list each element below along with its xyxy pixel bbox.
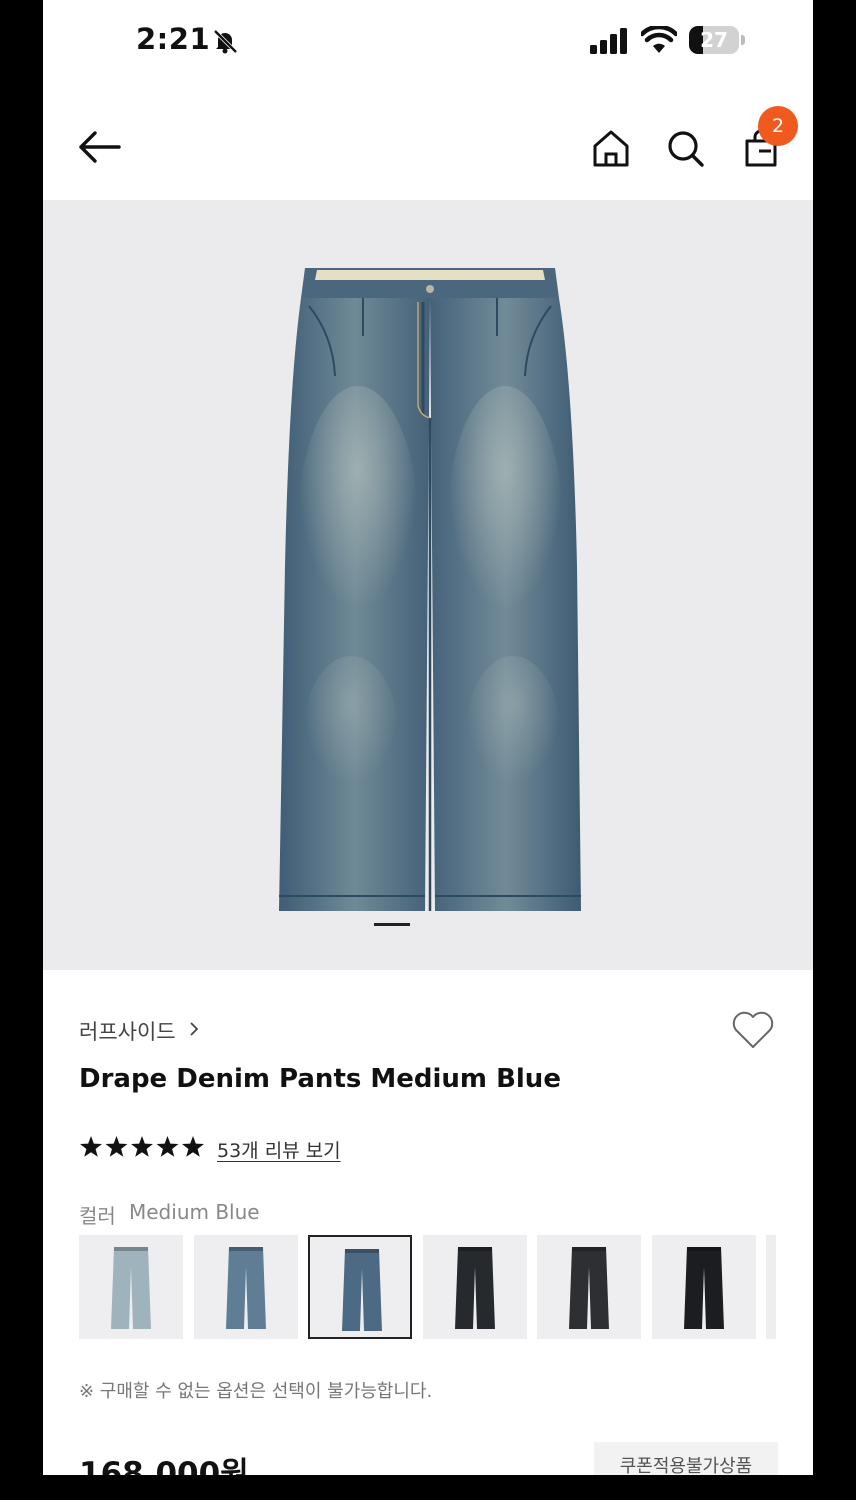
color-swatch-partial[interactable] bbox=[766, 1235, 776, 1339]
cellular-signal-icon bbox=[590, 28, 627, 54]
battery-cap bbox=[741, 35, 745, 45]
color-swatch[interactable] bbox=[422, 1235, 527, 1339]
star-icon bbox=[156, 1136, 179, 1157]
chevron-right-icon[interactable] bbox=[188, 1020, 200, 1038]
carousel-page-indicator bbox=[374, 923, 410, 926]
selected-color-value: Medium Blue bbox=[129, 1200, 260, 1224]
option-notice: ※ 구매할 수 없는 옵션은 선택이 불가능합니다. bbox=[79, 1381, 433, 1402]
star-icon bbox=[105, 1136, 128, 1157]
swatch-jeans-image bbox=[342, 1249, 382, 1331]
brand-name-link[interactable]: 러프사이드 bbox=[79, 1016, 176, 1046]
status-time: 2:21 bbox=[136, 22, 211, 56]
swatch-jeans-image bbox=[225, 1247, 266, 1329]
cart-count-badge[interactable]: 2 bbox=[758, 106, 798, 146]
star-rating bbox=[80, 1136, 204, 1157]
status-bar: 2:21 27 bbox=[43, 0, 813, 85]
product-price: 168,000원 bbox=[79, 1456, 249, 1475]
color-swatch-list bbox=[79, 1235, 813, 1339]
color-swatch[interactable] bbox=[79, 1235, 183, 1339]
color-swatch[interactable] bbox=[308, 1235, 412, 1339]
product-image-carousel[interactable] bbox=[43, 200, 813, 970]
star-icon bbox=[80, 1136, 102, 1157]
product-jeans-image bbox=[279, 268, 581, 911]
swatch-jeans-image bbox=[111, 1247, 151, 1329]
coupon-unavailable-badge: 쿠폰적용불가상품 bbox=[594, 1442, 778, 1475]
phone-screen: 2:21 27 2 러프사이드 Drape Denim Pants Medium… bbox=[43, 0, 813, 1475]
wifi-icon bbox=[641, 26, 677, 53]
review-count-link[interactable]: 53개 리뷰 보기 bbox=[217, 1136, 341, 1163]
top-navigation: 2 bbox=[43, 95, 813, 200]
swatch-jeans-image bbox=[569, 1247, 609, 1329]
home-icon[interactable] bbox=[591, 128, 631, 168]
star-icon bbox=[131, 1136, 153, 1157]
back-arrow-icon[interactable] bbox=[77, 130, 121, 164]
battery-icon: 27 bbox=[689, 26, 747, 56]
swatch-jeans-image bbox=[454, 1247, 495, 1329]
bell-slash-icon bbox=[213, 29, 238, 54]
star-icon bbox=[182, 1136, 204, 1157]
product-title: Drape Denim Pants Medium Blue bbox=[79, 1064, 561, 1094]
search-icon[interactable] bbox=[665, 128, 705, 168]
battery-percent: 27 bbox=[700, 28, 728, 52]
heart-icon[interactable] bbox=[731, 1010, 775, 1050]
color-swatch[interactable] bbox=[537, 1235, 641, 1339]
color-swatch[interactable] bbox=[651, 1235, 756, 1339]
swatch-jeans-image bbox=[683, 1247, 724, 1329]
battery-body: 27 bbox=[689, 26, 739, 54]
color-option-label: 컬러 bbox=[79, 1204, 116, 1228]
color-swatch[interactable] bbox=[193, 1235, 298, 1339]
